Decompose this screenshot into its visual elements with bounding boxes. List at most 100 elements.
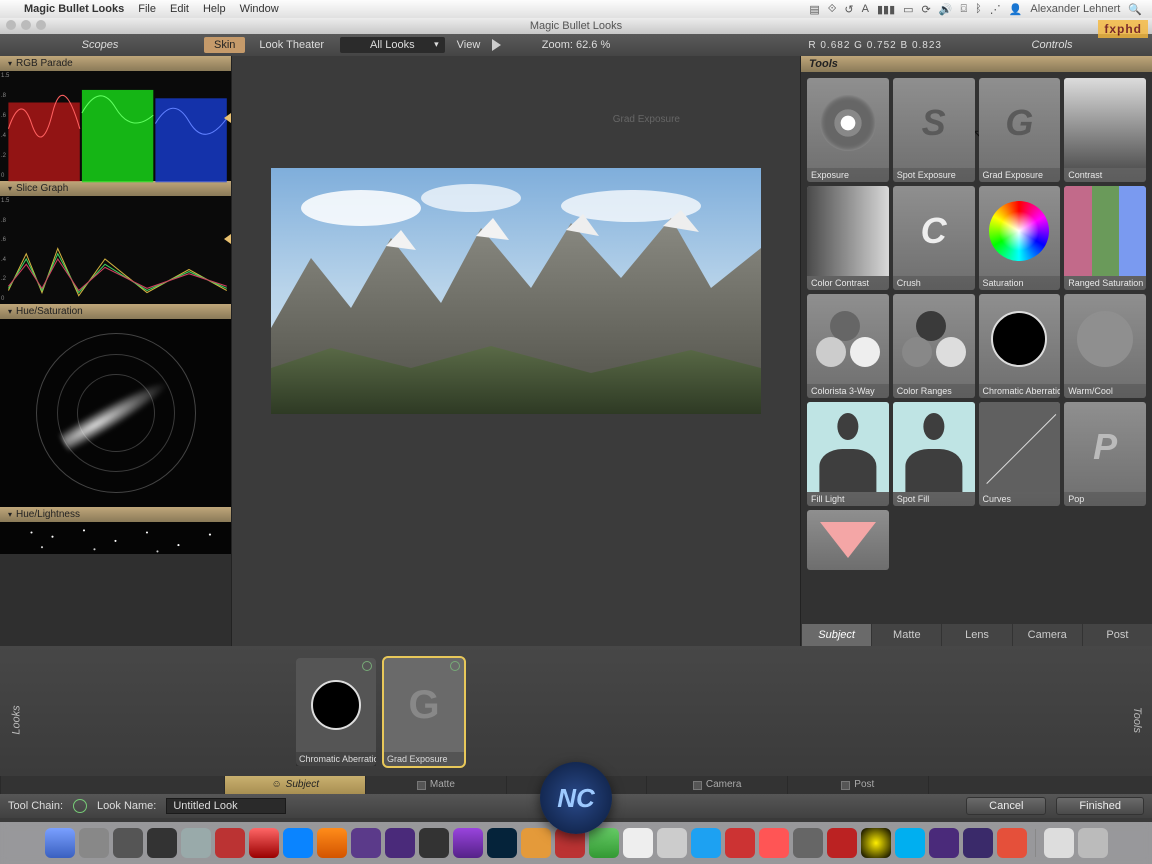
tool-chromatic-aberration[interactable]: Chromatic Aberration (979, 294, 1061, 398)
dock-app-icon[interactable] (725, 828, 755, 858)
view-button[interactable]: View (451, 39, 487, 51)
chain-tab-post[interactable]: Post (787, 776, 928, 794)
tool-exposure[interactable]: Exposure (807, 78, 889, 182)
window-traffic-lights[interactable] (6, 20, 46, 30)
tool-color-contrast[interactable]: Color Contrast (807, 186, 889, 290)
bluetooth-icon[interactable]: ᛒ (975, 3, 982, 15)
chain-tab-camera[interactable]: Camera (646, 776, 787, 794)
finished-button[interactable]: Finished (1056, 797, 1144, 815)
tool-warm-cool[interactable]: Warm/Cool (1064, 294, 1146, 398)
dock-app-icon[interactable] (79, 828, 109, 858)
tool-pop[interactable]: PPop (1064, 402, 1146, 506)
battery-icon[interactable]: ⌼ (960, 3, 967, 16)
user-name[interactable]: Alexander Lehnert (1030, 3, 1120, 15)
dock-app-icon[interactable] (453, 828, 483, 858)
wifi-icon[interactable]: ⋰ (990, 3, 1001, 16)
tab-camera[interactable]: Camera (1012, 624, 1082, 646)
display-icon[interactable]: ▭ (903, 3, 913, 16)
tool-saturation[interactable]: Saturation (979, 186, 1061, 290)
look-theater-label[interactable]: Look Theater (249, 39, 334, 51)
preview-image (271, 168, 761, 414)
dock-app-icon[interactable] (283, 828, 313, 858)
user-icon[interactable]: 👤 (1009, 3, 1023, 16)
tab-subject[interactable]: Subject (801, 624, 871, 646)
chain-item-grad-exposure[interactable]: G Grad Exposure (384, 658, 464, 766)
chain-right-label[interactable]: Tools (1131, 707, 1143, 733)
power-icon[interactable] (450, 661, 460, 671)
tool-color-ranges[interactable]: Color Ranges (893, 294, 975, 398)
look-name-input[interactable] (166, 798, 286, 814)
spotlight-icon[interactable]: 🔍 (1128, 3, 1142, 16)
tool-ranged-saturation[interactable]: Ranged Saturation (1064, 186, 1146, 290)
all-looks-dropdown[interactable]: All Looks (340, 37, 445, 53)
dock-app-icon[interactable] (249, 828, 279, 858)
dock-app-icon[interactable] (1044, 828, 1074, 858)
dock-app-icon[interactable] (385, 828, 415, 858)
tool-hover-hint: Grad Exposure (613, 114, 680, 125)
app-name[interactable]: Magic Bullet Looks (24, 3, 124, 15)
tool-extra[interactable] (807, 510, 889, 570)
dock-app-icon[interactable] (929, 828, 959, 858)
dock-app-icon[interactable] (215, 828, 245, 858)
cloud-icon[interactable]: ↺ (844, 3, 853, 16)
skin-button[interactable]: Skin (204, 37, 245, 53)
status-icon[interactable]: ▤ (809, 3, 819, 16)
dock-app-icon[interactable] (521, 828, 551, 858)
volume-icon[interactable]: 🔊 (939, 3, 953, 16)
adobe-icon[interactable]: A (862, 3, 869, 15)
dock-app-icon[interactable] (623, 828, 653, 858)
colorwheel-icon (989, 201, 1049, 261)
scope-header-hue-lightness[interactable]: Hue/Lightness (0, 507, 231, 522)
dock-app-icon[interactable] (419, 828, 449, 858)
dropbox-icon[interactable]: ⟐ (828, 3, 837, 16)
dock-app-icon[interactable] (113, 828, 143, 858)
scope-marker-icon[interactable] (224, 234, 231, 244)
zoom-readout[interactable]: Zoom: 62.6 % (542, 39, 610, 51)
dock-app-icon[interactable] (1078, 828, 1108, 858)
power-icon[interactable] (73, 799, 87, 813)
tab-post[interactable]: Post (1082, 624, 1152, 646)
dock-app-icon[interactable] (181, 828, 211, 858)
dock-app-icon[interactable] (147, 828, 177, 858)
dock-app-icon[interactable] (759, 828, 789, 858)
menu-file[interactable]: File (138, 3, 156, 15)
tab-matte[interactable]: Matte (871, 624, 941, 646)
menu-window[interactable]: Window (240, 3, 279, 15)
chain-item-chromatic[interactable]: Chromatic Aberration (296, 658, 376, 766)
dock-app-icon[interactable] (45, 828, 75, 858)
play-icon[interactable] (492, 39, 501, 51)
tool-spot-exposure[interactable]: SSpot Exposure (893, 78, 975, 182)
tool-colorista-3way[interactable]: Colorista 3-Way (807, 294, 889, 398)
signal-icon[interactable]: ▮▮▮ (877, 3, 895, 16)
tool-spot-fill[interactable]: Spot Fill (893, 402, 975, 506)
menu-edit[interactable]: Edit (170, 3, 189, 15)
chain-tab-subject[interactable]: Subject (224, 776, 365, 794)
dock-app-icon[interactable] (657, 828, 687, 858)
dock-app-icon[interactable] (861, 828, 891, 858)
dock-app-icon[interactable] (895, 828, 925, 858)
dock-app-icon[interactable] (793, 828, 823, 858)
menu-help[interactable]: Help (203, 3, 226, 15)
dock-app-icon[interactable] (317, 828, 347, 858)
dock-app-icon[interactable] (589, 828, 619, 858)
tab-lens[interactable]: Lens (941, 624, 1011, 646)
dock-app-icon[interactable] (997, 828, 1027, 858)
chain-tab-matte[interactable]: Matte (365, 776, 506, 794)
cancel-button[interactable]: Cancel (966, 797, 1046, 815)
tool-curves[interactable]: Curves (979, 402, 1061, 506)
preview-viewport[interactable]: ↖ Grad Exposure (232, 56, 800, 646)
power-icon[interactable] (362, 661, 372, 671)
scope-marker-icon[interactable] (224, 113, 231, 123)
tool-crush[interactable]: CCrush (893, 186, 975, 290)
dock-app-icon[interactable] (351, 828, 381, 858)
sync-icon[interactable]: ⟳ (922, 3, 931, 16)
tool-grad-exposure[interactable]: GGrad Exposure (979, 78, 1061, 182)
tool-contrast[interactable]: Contrast (1064, 78, 1146, 182)
scope-header-rgb-parade[interactable]: RGB Parade (0, 56, 231, 71)
chain-left-label[interactable]: Looks (11, 705, 23, 734)
dock-app-icon[interactable] (487, 828, 517, 858)
dock-app-icon[interactable] (963, 828, 993, 858)
dock-app-icon[interactable] (691, 828, 721, 858)
tool-fill-light[interactable]: Fill Light (807, 402, 889, 506)
dock-app-icon[interactable] (827, 828, 857, 858)
